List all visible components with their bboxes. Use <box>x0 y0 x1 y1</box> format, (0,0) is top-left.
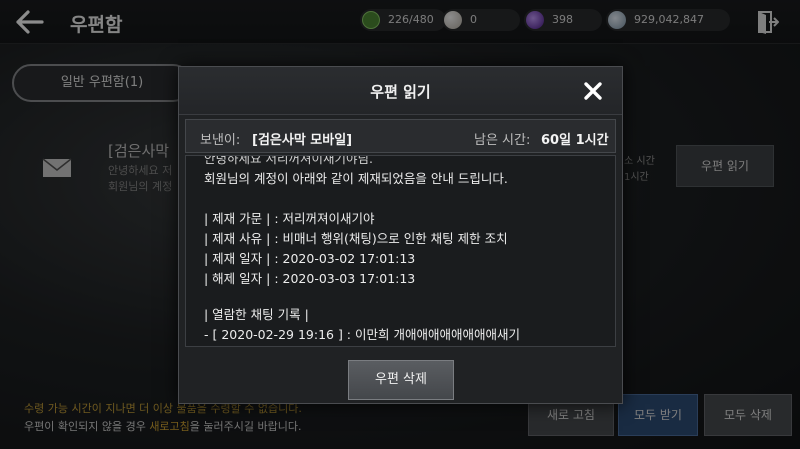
dialog-title: 우편 읽기 <box>370 83 431 101</box>
mail-body-line: 안녕하세요 저리꺼져이새기야님. <box>204 155 373 166</box>
mail-body[interactable]: 안녕하세요 저리꺼져이새기야님. 회원님의 계정이 아래와 같이 제재되었음을 … <box>185 155 616 347</box>
mail-body-line: | 제재 일자 | : 2020-03-02 17:01:13 <box>204 251 416 266</box>
mail-body-line: - [ 2020-02-29 19:16 ] : 이만희 개애애애애애애애애새기 <box>204 327 520 342</box>
mail-body-line: | 제재 사유 | : 비매너 행위(채팅)으로 인한 채팅 제한 조치 <box>204 231 508 246</box>
mail-body-line: | 해제 일자 | : 2020-03-03 17:01:13 <box>204 271 416 286</box>
close-icon[interactable] <box>583 81 603 101</box>
mail-body-line: 회원님의 계정이 아래와 같이 제재되었음을 안내 드립니다. <box>204 171 508 186</box>
remaining-time: 60일 1시간 <box>541 133 609 148</box>
remaining-time-label: 남은 시간: <box>474 133 531 148</box>
mail-info-bar: 보낸이: [검은사막 모바일] 남은 시간: 60일 1시간 <box>185 119 616 153</box>
mail-body-line: | 제재 가문 | : 저리꺼져이새기야 <box>204 211 375 226</box>
delete-mail-button[interactable]: 우편 삭제 <box>348 360 454 400</box>
sender-label: 보낸이: <box>200 133 241 148</box>
mail-body-line: | 열람한 채팅 기록 | <box>204 307 309 322</box>
read-mail-dialog: 우편 읽기 보낸이: [검은사막 모바일] 남은 시간: 60일 1시간 안녕하… <box>178 66 623 404</box>
dialog-header: 우편 읽기 <box>179 67 622 115</box>
sender-name: [검은사막 모바일] <box>252 133 353 148</box>
